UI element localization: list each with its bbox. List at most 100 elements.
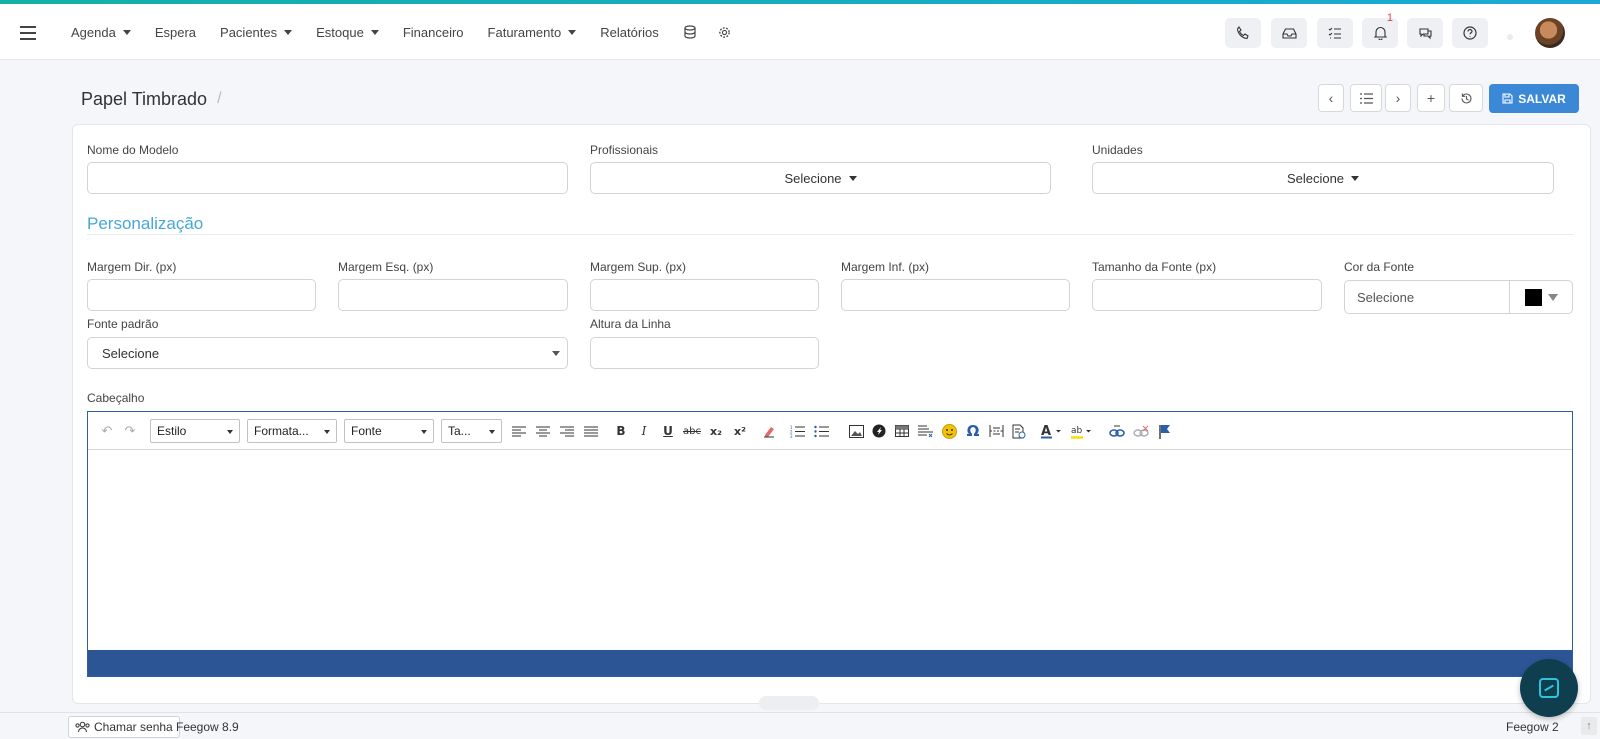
nome-modelo-label: Nome do Modelo bbox=[87, 143, 179, 157]
floppy-icon bbox=[1502, 93, 1513, 104]
nome-modelo-input[interactable] bbox=[87, 162, 568, 194]
align-justify-icon[interactable] bbox=[582, 422, 600, 440]
fonte-padrao-select[interactable]: Selecione bbox=[87, 337, 568, 369]
notifications-button[interactable]: 1 bbox=[1362, 12, 1398, 48]
omega-icon[interactable]: Ω bbox=[964, 422, 982, 440]
add-button[interactable]: + bbox=[1417, 84, 1445, 112]
menu-pacientes[interactable]: Pacientes bbox=[220, 25, 293, 40]
notification-count-badge: 1 bbox=[1386, 12, 1393, 24]
subscript-icon[interactable]: x₂ bbox=[707, 422, 725, 440]
align-right-icon[interactable] bbox=[558, 422, 576, 440]
editor-content-area[interactable] bbox=[88, 450, 1572, 650]
style-dropdown[interactable]: Estilo bbox=[150, 419, 240, 443]
chevron-left-icon: ‹ bbox=[1328, 90, 1334, 106]
menu-agenda[interactable]: Agenda bbox=[71, 25, 131, 40]
hamburger-menu-icon[interactable] bbox=[20, 26, 38, 40]
size-dropdown[interactable]: Ta... bbox=[441, 419, 502, 443]
margem-esq-input[interactable] bbox=[338, 279, 568, 311]
avatar[interactable] bbox=[1535, 18, 1565, 48]
chevron-down-icon bbox=[489, 430, 495, 434]
undo-icon[interactable]: ↶ bbox=[98, 422, 116, 440]
horizontal-line-icon[interactable] bbox=[916, 422, 934, 440]
footer-version: Feegow 8.9 bbox=[176, 720, 239, 734]
format-dropdown[interactable]: Formata... bbox=[247, 419, 337, 443]
chevron-down-icon bbox=[284, 29, 293, 35]
text-color-icon[interactable]: A bbox=[1040, 422, 1066, 440]
chat-icon bbox=[1418, 27, 1432, 39]
menu-estoque[interactable]: Estoque bbox=[316, 25, 379, 40]
unidades-label: Unidades bbox=[1092, 143, 1143, 157]
chevron-down-icon bbox=[1351, 175, 1360, 181]
database-icon[interactable] bbox=[683, 25, 697, 39]
history-button[interactable] bbox=[1449, 84, 1483, 112]
menu-financeiro[interactable]: Financeiro bbox=[403, 25, 464, 40]
bullet-list-icon[interactable] bbox=[812, 422, 830, 440]
previous-button[interactable]: ‹ bbox=[1318, 84, 1344, 112]
image-icon[interactable] bbox=[847, 422, 865, 440]
color-swatch bbox=[1524, 288, 1542, 306]
cabecalho-label: Cabeçalho bbox=[87, 391, 145, 405]
menu-espera[interactable]: Espera bbox=[155, 25, 196, 40]
menu-relatorios[interactable]: Relatórios bbox=[600, 25, 659, 40]
align-center-icon[interactable] bbox=[534, 422, 552, 440]
chevron-down-icon bbox=[568, 29, 577, 35]
italic-icon[interactable]: I bbox=[635, 422, 653, 440]
chevron-down-icon bbox=[848, 175, 857, 181]
list-icon bbox=[1359, 92, 1373, 104]
chat-button[interactable] bbox=[1407, 18, 1443, 48]
link-icon[interactable] bbox=[1108, 422, 1126, 440]
color-picker-button[interactable] bbox=[1509, 280, 1572, 314]
smiley-icon[interactable] bbox=[940, 422, 958, 440]
inbox-button[interactable] bbox=[1271, 18, 1307, 48]
remove-format-icon[interactable] bbox=[760, 422, 778, 440]
list-button[interactable] bbox=[1350, 84, 1382, 112]
profissionais-label: Profissionais bbox=[590, 143, 659, 157]
help-button[interactable] bbox=[1452, 18, 1488, 48]
strikethrough-icon[interactable]: abc bbox=[683, 422, 701, 440]
align-left-icon[interactable] bbox=[510, 422, 528, 440]
margem-sup-label: Margem Sup. (px) bbox=[590, 260, 687, 274]
users-icon bbox=[75, 721, 90, 733]
unlink-icon[interactable] bbox=[1132, 422, 1150, 440]
flash-icon[interactable] bbox=[870, 422, 888, 440]
font-dropdown[interactable]: Fonte bbox=[344, 419, 434, 443]
numbered-list-icon[interactable]: 123 bbox=[788, 422, 806, 440]
scroll-top-arrow-icon[interactable]: ↑ bbox=[1581, 717, 1597, 735]
cor-fonte-label: Cor da Fonte bbox=[1344, 260, 1415, 274]
chevron-down-icon bbox=[370, 29, 379, 35]
underline-icon[interactable]: U bbox=[659, 422, 677, 440]
tamanho-fonte-input[interactable] bbox=[1092, 279, 1322, 311]
unidades-select[interactable]: Selecione bbox=[1092, 162, 1554, 194]
margem-sup-input[interactable] bbox=[590, 279, 819, 311]
altura-linha-input[interactable] bbox=[590, 337, 819, 369]
chevron-down-icon bbox=[324, 430, 330, 434]
scroll-hint bbox=[759, 696, 819, 710]
fonte-padrao-label: Fonte padrão bbox=[87, 317, 159, 331]
margem-esq-label: Margem Esq. (px) bbox=[338, 260, 434, 274]
profissionais-select[interactable]: Selecione bbox=[590, 162, 1051, 194]
highlight-color-icon[interactable]: ab bbox=[1070, 422, 1096, 440]
page-break-icon[interactable] bbox=[987, 422, 1005, 440]
menu-faturamento[interactable]: Faturamento bbox=[488, 25, 577, 40]
call-password-button[interactable]: Chamar senha bbox=[68, 716, 180, 738]
main-menu: Agenda Espera Pacientes Estoque Financei… bbox=[71, 4, 753, 60]
tasks-button[interactable] bbox=[1317, 18, 1353, 48]
chevron-right-icon: › bbox=[1395, 90, 1401, 106]
gear-icon[interactable] bbox=[718, 25, 732, 39]
support-fab-button[interactable] bbox=[1520, 659, 1578, 717]
anchor-flag-icon[interactable] bbox=[1156, 422, 1174, 440]
superscript-icon[interactable]: x² bbox=[731, 422, 749, 440]
phone-button[interactable] bbox=[1225, 18, 1261, 48]
tamanho-fonte-label: Tamanho da Fonte (px) bbox=[1092, 260, 1217, 274]
chevron-down-icon bbox=[552, 351, 560, 356]
svg-text:ab: ab bbox=[1071, 426, 1083, 436]
template-icon[interactable] bbox=[1010, 422, 1028, 440]
margem-inf-input[interactable] bbox=[841, 279, 1070, 311]
save-button[interactable]: SALVAR bbox=[1489, 84, 1579, 113]
next-button[interactable]: › bbox=[1385, 84, 1411, 112]
redo-icon[interactable]: ↷ bbox=[121, 422, 139, 440]
margem-dir-input[interactable] bbox=[87, 279, 316, 311]
bold-icon[interactable]: B bbox=[612, 422, 630, 440]
svg-text:3: 3 bbox=[790, 434, 793, 438]
table-icon[interactable] bbox=[893, 422, 911, 440]
